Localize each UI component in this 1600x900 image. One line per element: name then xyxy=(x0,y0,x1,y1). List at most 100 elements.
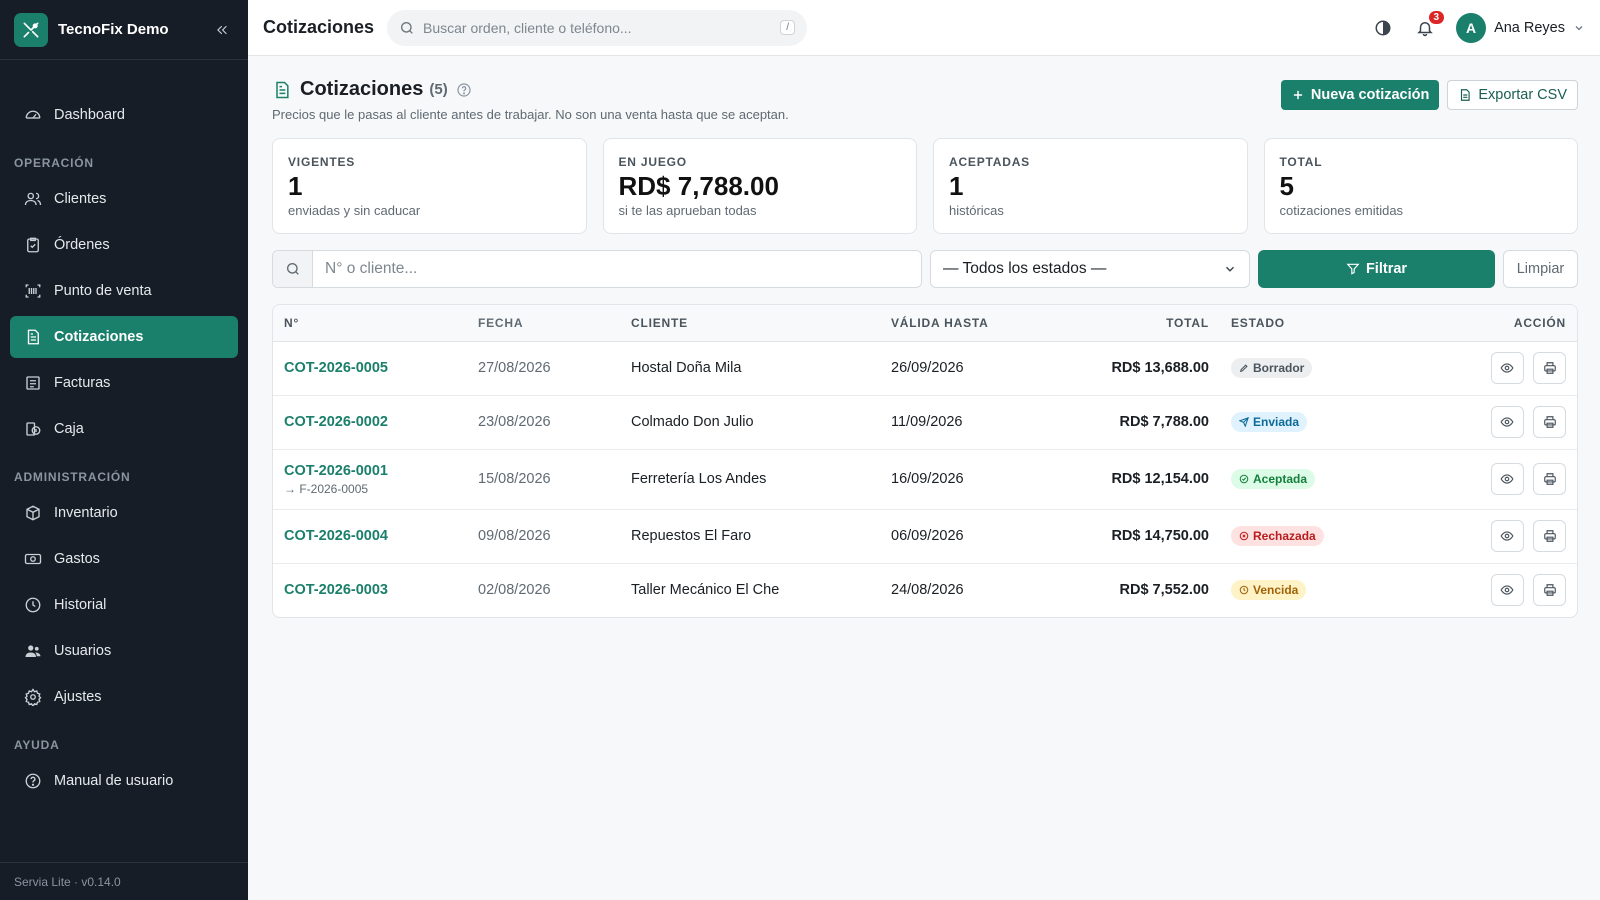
status-badge-label: Enviada xyxy=(1253,415,1300,429)
print-button[interactable] xyxy=(1533,352,1566,384)
table-row: COT-2026-0003 02/08/2026 Taller Mecánico… xyxy=(273,563,1577,617)
new-quote-button[interactable]: Nueva cotización xyxy=(1280,80,1440,110)
status-select[interactable]: — Todos los estados — xyxy=(930,250,1250,288)
tools-icon xyxy=(14,12,48,47)
view-button[interactable] xyxy=(1490,574,1524,607)
help-circle-icon[interactable] xyxy=(456,82,472,98)
quote-number-link[interactable]: COT-2026-0005 xyxy=(284,360,388,376)
global-search-input[interactable] xyxy=(423,19,781,36)
sidebar-item-label: Historial xyxy=(54,597,107,613)
status-badge-label: Borrador xyxy=(1253,361,1305,375)
new-quote-label: Nueva cotización xyxy=(1310,87,1430,103)
sidebar-item-ajustes[interactable]: Ajustes xyxy=(10,676,238,718)
main-content: Cotizaciones (5) Precios que le pasas al… xyxy=(272,56,1578,618)
topbar: Cotizaciones / 3 A Ana Reyes xyxy=(248,0,1600,56)
quote-number-link[interactable]: COT-2026-0001 xyxy=(284,463,478,479)
quote-number-link[interactable]: COT-2026-0003 xyxy=(284,582,388,598)
print-button[interactable] xyxy=(1533,520,1566,552)
sidebar-item-label: Clientes xyxy=(54,191,107,207)
banknote-icon xyxy=(24,553,42,565)
sidebar-item-manual[interactable]: Manual de usuario xyxy=(10,760,238,802)
eye-icon xyxy=(1500,531,1514,541)
table-row: COT-2026-0004 09/08/2026 Repuestos El Fa… xyxy=(273,509,1577,564)
collapse-sidebar-button[interactable] xyxy=(210,18,234,42)
chevron-down-icon xyxy=(1575,25,1583,30)
user-name: Ana Reyes xyxy=(1494,19,1565,36)
sidebar-item-clientes[interactable]: Clientes xyxy=(10,178,238,220)
brand-name: TecnoFix Demo xyxy=(58,21,169,38)
sidebar-item-usuarios[interactable]: Usuarios xyxy=(10,630,238,672)
user-menu[interactable]: A Ana Reyes xyxy=(1456,12,1585,43)
quote-client: Colmado Don Julio xyxy=(631,395,891,450)
stat-card-aceptadas: ACEPTADAS 1 históricas xyxy=(933,138,1248,234)
sidebar-item-punto-de-venta[interactable]: Punto de venta xyxy=(10,270,238,312)
sidebar-item-caja[interactable]: Caja xyxy=(10,408,238,450)
status-badge-label: Vencida xyxy=(1253,583,1299,598)
nav-section-operacion: OPERACIÓN xyxy=(14,156,94,170)
sidebar-item-gastos[interactable]: Gastos xyxy=(10,538,238,580)
quote-total: RD$ 14,750.00 xyxy=(1071,509,1231,564)
theme-toggle-button[interactable] xyxy=(1368,13,1398,43)
quote-date: 02/08/2026 xyxy=(478,582,551,599)
status-badge: Borrador xyxy=(1231,358,1313,378)
printer-icon xyxy=(1543,530,1556,542)
sidebar-item-cotizaciones[interactable]: Cotizaciones xyxy=(10,316,238,358)
stat-card-vigentes: VIGENTES 1 enviadas y sin caducar xyxy=(272,138,587,234)
view-button[interactable] xyxy=(1490,406,1524,438)
funnel-icon xyxy=(1346,263,1360,275)
sidebar-item-inventario[interactable]: Inventario xyxy=(10,492,238,534)
export-csv-button[interactable]: Exportar CSV xyxy=(1447,80,1578,110)
view-button[interactable] xyxy=(1490,463,1524,495)
eye-icon xyxy=(1500,363,1514,373)
page-subtitle: Precios que le pasas al cliente antes de… xyxy=(272,107,789,122)
column-header-cliente: CLIENTE xyxy=(631,305,891,342)
nav-section-administracion: ADMINISTRACIÓN xyxy=(14,470,131,484)
chevron-down-icon xyxy=(1225,266,1235,272)
filter-button[interactable]: Filtrar xyxy=(1258,250,1495,288)
printer-icon xyxy=(1543,362,1556,374)
stat-label: VIGENTES xyxy=(288,155,356,169)
sidebar-item-dashboard[interactable]: Dashboard xyxy=(10,94,238,136)
notifications-button[interactable]: 3 xyxy=(1410,10,1445,43)
eye-icon xyxy=(1500,585,1514,595)
eye-icon xyxy=(1500,474,1514,484)
view-button[interactable] xyxy=(1490,352,1524,384)
help-circle-icon xyxy=(25,773,41,789)
quote-number-link[interactable]: COT-2026-0002 xyxy=(284,414,388,430)
quote-date: 15/08/2026 xyxy=(478,449,631,510)
sidebar-item-facturas[interactable]: Facturas xyxy=(10,362,238,404)
box-icon xyxy=(26,505,40,521)
sidebar-item-label: Dashboard xyxy=(54,107,125,123)
sidebar-item-historial[interactable]: Historial xyxy=(10,584,238,626)
print-button[interactable] xyxy=(1533,406,1566,438)
sidebar-item-ordenes[interactable]: Órdenes xyxy=(10,224,238,266)
status-badge: Rechazada xyxy=(1231,526,1324,546)
users-icon xyxy=(24,192,42,206)
quote-number-link[interactable]: COT-2026-0004 xyxy=(284,528,388,544)
sidebar-item-label: Punto de venta xyxy=(54,283,152,299)
clock-icon xyxy=(25,597,41,613)
table-row: COT-2026-0001 → F-2026-0005 15/08/2026 F… xyxy=(273,449,1577,510)
print-button[interactable] xyxy=(1533,574,1566,607)
page-actions: Nueva cotización Exportar CSV xyxy=(1280,80,1578,110)
quote-total: RD$ 7,788.00 xyxy=(1071,395,1231,450)
view-button[interactable] xyxy=(1490,520,1524,552)
stat-sub: históricas xyxy=(949,203,1004,218)
sidebar-item-label: Facturas xyxy=(54,375,111,391)
sidebar-item-label: Gastos xyxy=(54,551,100,567)
stat-value: 1 xyxy=(949,171,964,201)
column-header-accion: ACCIÓN xyxy=(1401,305,1577,342)
export-csv-label: Exportar CSV xyxy=(1478,87,1567,103)
quote-client: Taller Mecánico El Che xyxy=(631,582,780,599)
quote-search-input[interactable] xyxy=(313,251,921,287)
cash-register-icon xyxy=(26,422,41,436)
table-row: COT-2026-0002 23/08/2026 Colmado Don Jul… xyxy=(273,395,1577,450)
stat-card-total: TOTAL 5 cotizaciones emitidas xyxy=(1263,138,1578,234)
clear-filters-button[interactable]: Limpiar xyxy=(1503,250,1578,288)
print-button[interactable] xyxy=(1533,463,1566,495)
plus-icon xyxy=(1293,90,1302,100)
stat-value: 1 xyxy=(288,171,303,201)
global-search: / xyxy=(387,9,807,46)
quote-client: Repuestos El Faro xyxy=(631,509,891,564)
quote-valid-until: 11/09/2026 xyxy=(891,395,1071,450)
